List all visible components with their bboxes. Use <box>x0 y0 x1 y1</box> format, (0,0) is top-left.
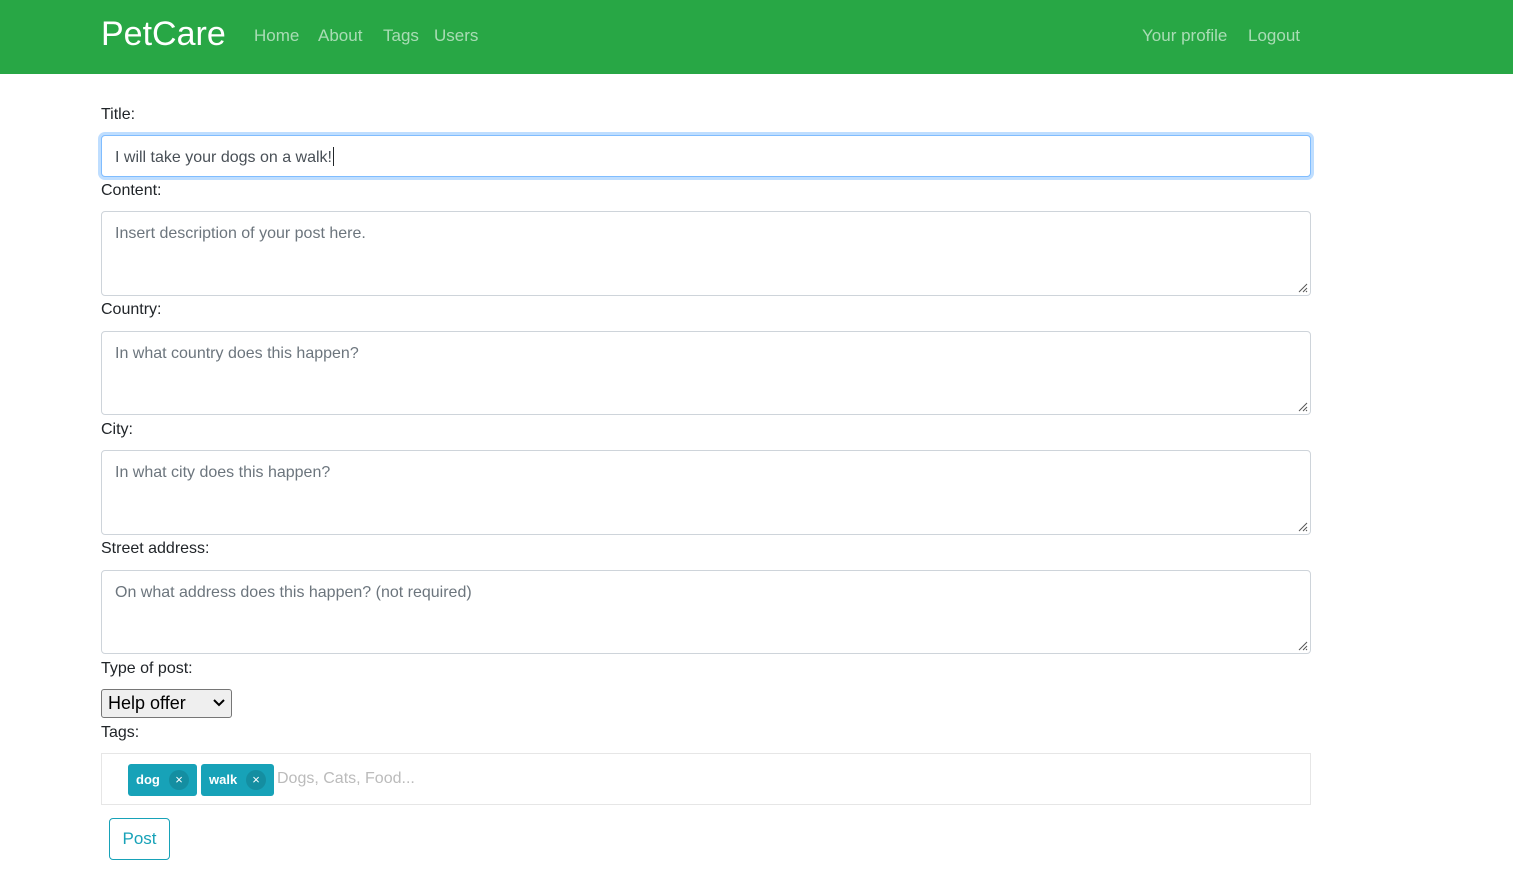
title-input[interactable]: I will take your dogs on a walk! <box>101 135 1311 177</box>
brand-logo[interactable]: PetCare <box>101 12 226 56</box>
nav-users[interactable]: Users <box>434 25 478 47</box>
resize-handle-icon[interactable] <box>1296 520 1308 532</box>
resize-handle-icon[interactable] <box>1296 281 1308 293</box>
text-caret <box>333 147 334 166</box>
street-textarea[interactable]: On what address does this happen? (not r… <box>101 570 1311 654</box>
tag-chip-label: walk <box>209 772 238 787</box>
country-placeholder: In what country does this happen? <box>115 345 359 362</box>
street-label: Street address: <box>101 540 210 557</box>
country-label: Country: <box>101 301 162 318</box>
tag-chip-label: dog <box>136 772 160 787</box>
close-icon[interactable]: × <box>169 770 189 790</box>
content-placeholder: Insert description of your post here. <box>115 225 366 242</box>
tags-label: Tags: <box>101 724 140 741</box>
title-label: Title: <box>101 106 136 123</box>
post-button[interactable]: Post <box>109 818 170 860</box>
nav-about[interactable]: About <box>318 25 362 47</box>
chevron-down-icon <box>213 699 225 707</box>
city-label: City: <box>101 421 133 438</box>
city-textarea[interactable]: In what city does this happen? <box>101 450 1311 535</box>
city-placeholder: In what city does this happen? <box>115 464 331 481</box>
tag-chip: walk × <box>201 764 274 796</box>
tag-chip: dog × <box>128 764 197 796</box>
title-input-value: I will take your dogs on a walk! <box>115 149 332 166</box>
post-type-value: Help offer <box>108 693 186 713</box>
tags-input[interactable]: dog × walk × Dogs, Cats, Food... <box>101 753 1311 805</box>
content-textarea[interactable]: Insert description of your post here. <box>101 211 1311 296</box>
country-textarea[interactable]: In what country does this happen? <box>101 331 1311 415</box>
resize-handle-icon[interactable] <box>1296 400 1308 412</box>
post-type-select[interactable]: Help offer <box>101 689 232 718</box>
tags-placeholder: Dogs, Cats, Food... <box>277 770 415 787</box>
navbar: PetCare Home About Tags Users Your profi… <box>0 0 1513 74</box>
nav-logout[interactable]: Logout <box>1248 25 1300 47</box>
nav-home[interactable]: Home <box>254 25 299 47</box>
street-placeholder: On what address does this happen? (not r… <box>115 584 472 601</box>
resize-handle-icon[interactable] <box>1296 639 1308 651</box>
content-label: Content: <box>101 182 162 199</box>
nav-tags[interactable]: Tags <box>383 25 419 47</box>
nav-your-profile[interactable]: Your profile <box>1142 25 1227 47</box>
type-label: Type of post: <box>101 660 193 677</box>
close-icon[interactable]: × <box>246 770 266 790</box>
